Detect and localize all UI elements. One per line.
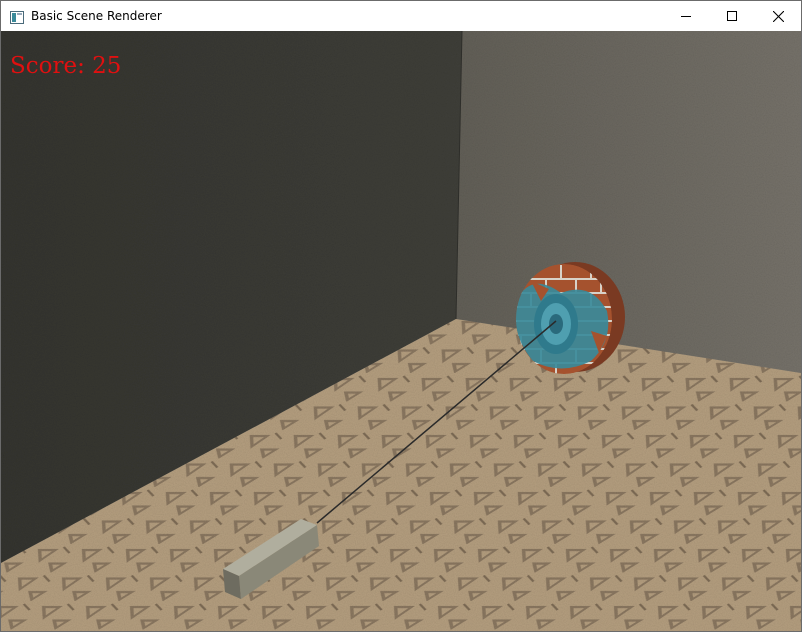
app-icon (10, 9, 24, 24)
close-button[interactable] (755, 1, 801, 31)
render-viewport[interactable]: Score: 25 (1, 31, 801, 631)
maximize-button[interactable] (709, 1, 755, 31)
window-title: Basic Scene Renderer (31, 9, 162, 23)
close-icon (772, 10, 784, 22)
scene-canvas (1, 31, 801, 631)
back-wall (456, 31, 801, 373)
minimize-icon (681, 16, 691, 17)
app-window: Basic Scene Renderer Score: 25 (0, 0, 802, 632)
title-bar[interactable]: Basic Scene Renderer (1, 1, 801, 31)
score-label: Score: 25 (10, 53, 122, 79)
minimize-button[interactable] (663, 1, 709, 31)
maximize-icon (727, 11, 737, 21)
